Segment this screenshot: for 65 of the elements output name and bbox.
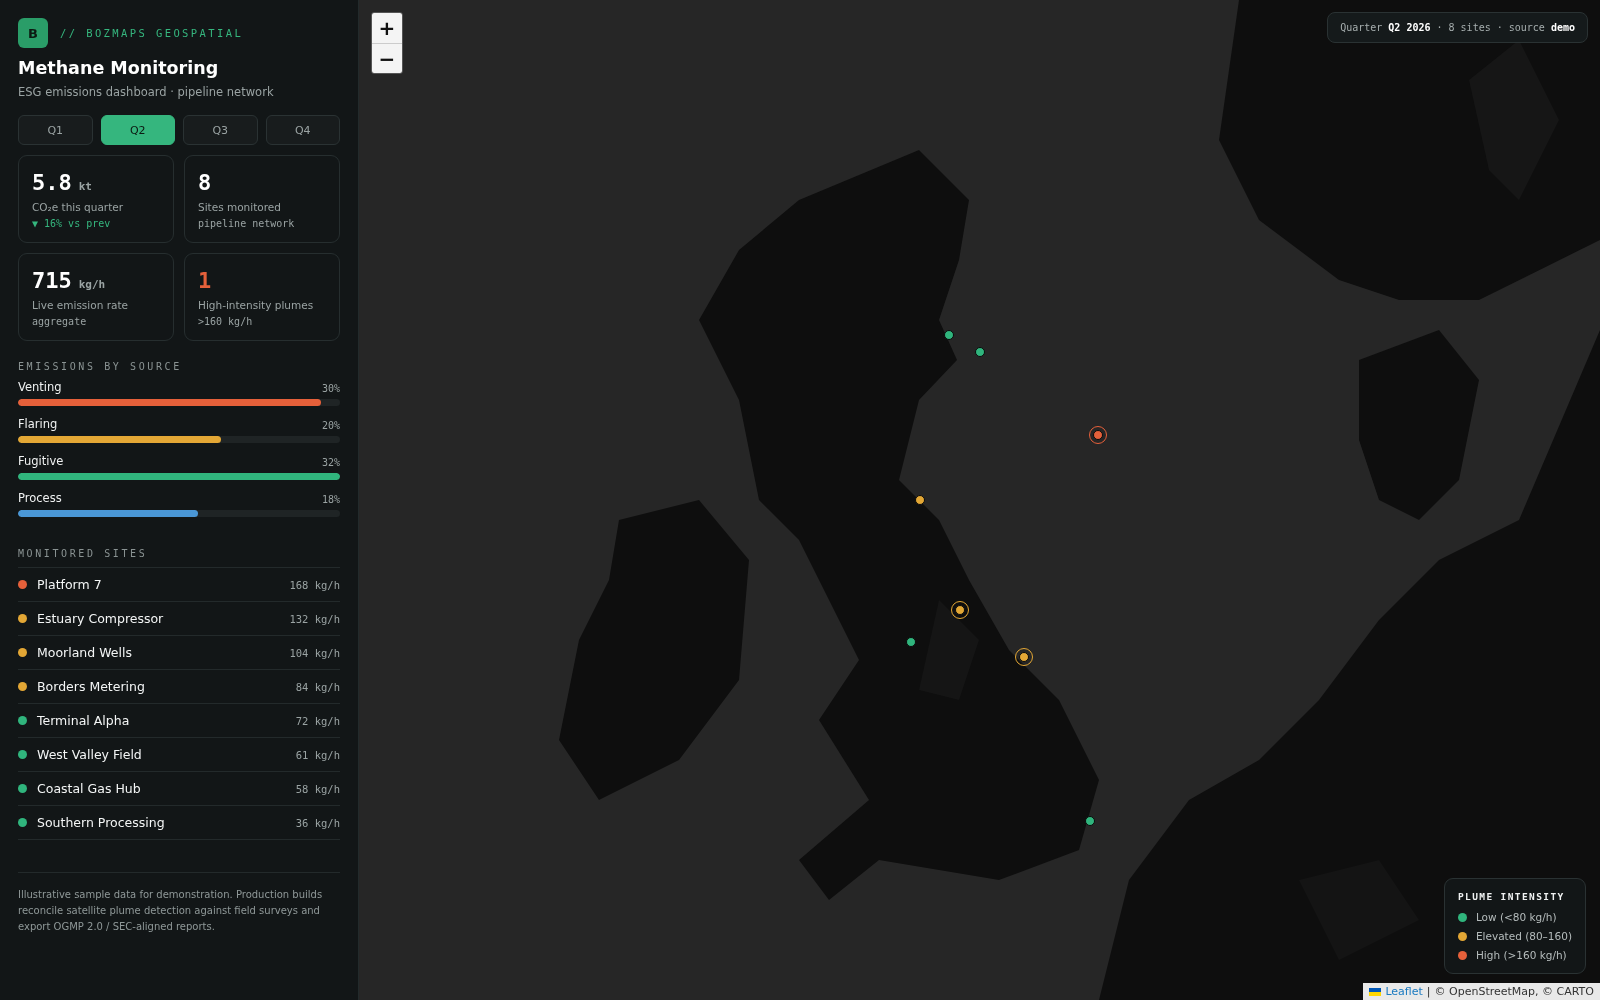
map-marker[interactable] bbox=[904, 635, 918, 649]
map-marker[interactable] bbox=[942, 328, 956, 342]
brand-tagline: // BOZMAPS GEOSPATIAL bbox=[60, 27, 244, 39]
stat-note: >160 kg/h bbox=[198, 316, 254, 327]
quarter-tab[interactable]: Q2 bbox=[100, 115, 175, 145]
legend-title: PLUME INTENSITY bbox=[1457, 891, 1566, 902]
subtitle: ESG emissions dashboard · pipeline network bbox=[18, 85, 275, 99]
stat-label: Live emission rate bbox=[32, 299, 129, 311]
source-percent: 32% bbox=[321, 457, 340, 468]
footnote: Illustrative sample data for demonstration. Production builds reconcile satellite plume detection against field surveys and export OGMP 2.0 / SEC-aligned reports. bbox=[18, 872, 340, 935]
site-name: Borders Metering bbox=[37, 679, 146, 694]
source-name: Venting bbox=[18, 380, 62, 394]
map-marker[interactable] bbox=[973, 345, 987, 359]
quarter-tab[interactable]: Q3 bbox=[183, 115, 258, 145]
stat-value: 8 bbox=[198, 170, 212, 195]
site-rate: 72 kg/h bbox=[295, 714, 340, 727]
flag-icon bbox=[1369, 987, 1382, 996]
source-percent: 18% bbox=[321, 494, 340, 505]
site-name: Platform 7 bbox=[37, 577, 103, 592]
stat-label: High-intensity plumes bbox=[198, 299, 315, 311]
section-heading: MONITORED SITES bbox=[18, 548, 149, 559]
source-name: Flaring bbox=[18, 417, 58, 431]
site-rate: 168 kg/h bbox=[289, 578, 340, 591]
page-title: Methane Monitoring bbox=[18, 58, 220, 78]
stat-value: 1 bbox=[198, 268, 212, 293]
stat-unit: kg/h bbox=[78, 278, 106, 291]
stat-value: 5.8 bbox=[32, 170, 72, 195]
source-percent: 30% bbox=[321, 383, 340, 394]
stat-unit: kt bbox=[78, 180, 92, 193]
site-name: Moorland Wells bbox=[37, 645, 133, 660]
stat-label: CO₂e this quarter bbox=[32, 201, 125, 213]
site-name: Terminal Alpha bbox=[37, 713, 131, 728]
map-info: Quarter Q2 2026 · 8 sites · source demo bbox=[1327, 12, 1588, 43]
site-rate: 36 kg/h bbox=[295, 816, 340, 829]
stat-note: ▼ 16% vs prev bbox=[32, 218, 112, 229]
source-percent: 20% bbox=[321, 420, 340, 431]
source-name: Fugitive bbox=[18, 454, 64, 468]
leaflet-link[interactable]: Leaflet bbox=[1385, 985, 1423, 998]
stat-note: aggregate bbox=[32, 316, 88, 327]
legend-label: Low (<80 kg/h) bbox=[1475, 911, 1557, 923]
site-rate: 61 kg/h bbox=[295, 748, 340, 761]
zoom-out-button[interactable]: − bbox=[372, 43, 402, 73]
site-name: Coastal Gas Hub bbox=[37, 781, 142, 796]
logo: B bbox=[18, 18, 48, 48]
site-rate: 104 kg/h bbox=[289, 646, 340, 659]
site-name: West Valley Field bbox=[37, 747, 143, 762]
stat-label: Sites monitored bbox=[198, 201, 282, 213]
source-name: Process bbox=[18, 491, 62, 505]
stat-value: 715 bbox=[32, 268, 72, 293]
site-name: Southern Processing bbox=[37, 815, 166, 830]
site-name: Estuary Compressor bbox=[37, 611, 165, 626]
quarter-tab[interactable]: Q4 bbox=[265, 115, 340, 145]
site-rate: 132 kg/h bbox=[289, 612, 340, 625]
legend-label: High (>160 kg/h) bbox=[1475, 949, 1567, 961]
map-marker[interactable] bbox=[913, 493, 927, 507]
quarter-tab[interactable]: Q1 bbox=[18, 115, 93, 145]
section-heading: EMISSIONS BY SOURCE bbox=[18, 361, 183, 372]
site-rate: 58 kg/h bbox=[295, 782, 340, 795]
legend-label: Elevated (80–160) bbox=[1475, 930, 1572, 942]
attribution-credits: © OpenStreetMap, © CARTO bbox=[1434, 985, 1594, 998]
stat-note: pipeline network bbox=[198, 218, 296, 229]
map-marker[interactable] bbox=[1083, 814, 1097, 828]
zoom-in-button[interactable]: + bbox=[372, 13, 402, 43]
attribution-separator: | bbox=[1426, 985, 1431, 998]
site-rate: 84 kg/h bbox=[295, 680, 340, 693]
